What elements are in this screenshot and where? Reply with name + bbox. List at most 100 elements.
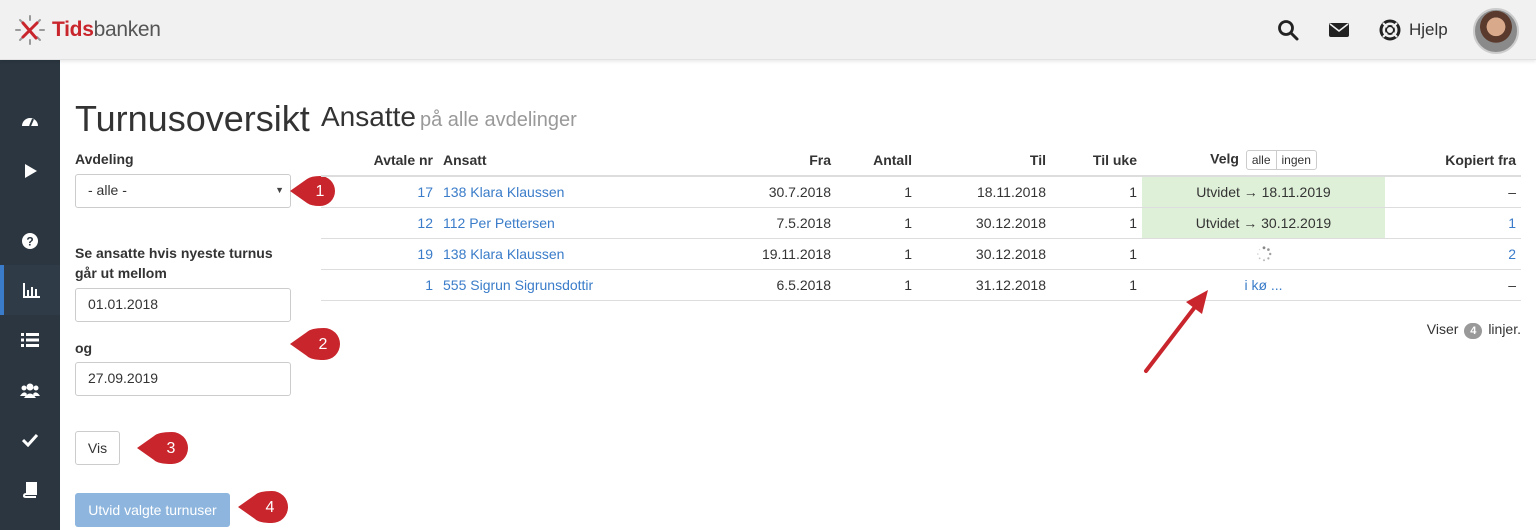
employee-link[interactable]: 555 Sigrun Sigrunsdottir: [443, 277, 593, 293]
department-value: - alle -: [88, 182, 127, 198]
check-icon: [22, 433, 38, 447]
cell-fra: 19.11.2018: [658, 238, 836, 270]
section-title-text: Ansatte: [321, 101, 416, 132]
employee-link[interactable]: 112 Per Pettersen: [443, 215, 555, 231]
tidsbanken-logo-icon: [15, 15, 45, 45]
table-header-row: Avtale nr Ansatt Fra Antall Til Til uke …: [321, 144, 1521, 177]
row-count-prefix: Viser: [1426, 321, 1459, 337]
col-header-avtale-nr[interactable]: Avtale nr: [321, 144, 438, 177]
svg-text:4: 4: [266, 499, 275, 516]
sidebar-item-docs[interactable]: [0, 465, 60, 515]
users-icon: [20, 383, 40, 398]
employee-link[interactable]: 138 Klara Klaussen: [443, 184, 564, 200]
avtale-nr-link[interactable]: 17: [417, 184, 433, 200]
help-link[interactable]: Hjelp: [1409, 20, 1448, 40]
bar-chart-icon: [23, 283, 40, 298]
kopiert-fra-link[interactable]: 2: [1508, 246, 1516, 262]
cell-til-uke: 1: [1051, 176, 1142, 208]
annotation-marker-4: 4: [238, 491, 288, 523]
employees-table: Avtale nr Ansatt Fra Antall Til Til uke …: [321, 144, 1521, 301]
table-row: 17 138 Klara Klaussen 30.7.2018 1 18.11.…: [321, 176, 1521, 208]
row-count-badge: 4: [1464, 323, 1483, 339]
date-to-input[interactable]: 27.09.2019: [75, 362, 291, 396]
employee-link[interactable]: 138 Klara Klaussen: [443, 246, 564, 262]
sidebar-item-reports[interactable]: [0, 265, 60, 315]
select-toggle-group: alle ingen: [1245, 149, 1317, 170]
cell-antall: 1: [836, 238, 917, 270]
col-header-fra[interactable]: Fra: [658, 144, 836, 177]
cell-til-uke: 1: [1051, 238, 1142, 270]
avtale-nr-link[interactable]: 12: [417, 215, 433, 231]
cell-fra: 30.7.2018: [658, 176, 836, 208]
range-label: Se ansatte hvis nyeste turnus går ut mel…: [75, 245, 273, 281]
lifebuoy-icon[interactable]: [1378, 18, 1402, 42]
show-button[interactable]: Vis: [75, 431, 120, 465]
col-header-til[interactable]: Til: [917, 144, 1051, 177]
department-select[interactable]: - alle - ▼: [75, 174, 291, 208]
velg-status-loading: [1142, 238, 1385, 270]
col-header-kopiert-fra[interactable]: Kopiert fra: [1385, 144, 1521, 177]
extend-selected-button[interactable]: Utvid valgte turnuser: [75, 493, 230, 527]
mail-icon[interactable]: [1327, 18, 1351, 42]
sidebar-item-help[interactable]: ?: [0, 216, 60, 266]
svg-text:?: ?: [26, 235, 33, 249]
cell-til: 18.11.2018: [917, 176, 1051, 208]
cell-antall: 1: [836, 176, 917, 208]
avtale-nr-link[interactable]: 19: [417, 246, 433, 262]
brand-name: Tidsbanken: [52, 18, 161, 41]
col-header-velg: Velg alle ingen: [1142, 144, 1385, 177]
table-row: 19 138 Klara Klaussen 19.11.2018 1 30.12…: [321, 238, 1521, 270]
cell-til: 31.12.2018: [917, 269, 1051, 301]
annotation-marker-2: 2: [290, 328, 340, 360]
row-count-suffix: linjer.: [1488, 321, 1521, 337]
sidebar-item-list[interactable]: [0, 315, 60, 365]
annotation-arrow: [1144, 290, 1208, 373]
cell-kopiert-fra: –: [1385, 269, 1521, 301]
velg-label: Velg: [1210, 150, 1239, 167]
velg-status-extended: Utvidet → 18.11.2019: [1142, 176, 1385, 208]
avtale-nr-link[interactable]: 1: [425, 277, 433, 293]
sidebar-item-dashboard[interactable]: [0, 97, 60, 147]
question-icon: ?: [22, 233, 38, 249]
row-count: Viser 4 linjer.: [1427, 321, 1521, 339]
cell-til-uke: 1: [1051, 269, 1142, 301]
spinner-icon: [1256, 246, 1271, 262]
cell-til: 30.12.2018: [917, 207, 1051, 239]
cell-fra: 7.5.2018: [658, 207, 836, 239]
dashboard-icon: [22, 118, 38, 127]
table-row: 12 112 Per Pettersen 7.5.2018 1 30.12.20…: [321, 207, 1521, 239]
sidebar-item-users[interactable]: [0, 365, 60, 415]
cell-til: 30.12.2018: [917, 238, 1051, 270]
page-title: Turnusoversikt: [75, 98, 310, 139]
top-navbar: Tidsbanken Hjelp: [0, 0, 1536, 60]
search-icon[interactable]: [1276, 18, 1300, 42]
velg-status-extended: Utvidet → 30.12.2019: [1142, 207, 1385, 239]
cell-til-uke: 1: [1051, 207, 1142, 239]
col-header-antall[interactable]: Antall: [836, 144, 917, 177]
and-label: og: [75, 340, 93, 356]
sidebar-item-play[interactable]: [0, 146, 60, 196]
section-subtitle: på alle avdelinger: [419, 109, 577, 131]
sidebar-item-approve[interactable]: [0, 415, 60, 465]
cell-fra: 6.5.2018: [658, 269, 836, 301]
play-icon: [25, 164, 37, 178]
department-label: Avdeling: [75, 151, 134, 167]
brand-logo[interactable]: Tidsbanken: [14, 14, 161, 46]
select-none-button[interactable]: ingen: [1275, 150, 1316, 169]
svg-text:2: 2: [319, 336, 328, 353]
section-title: Ansatte på alle avdelinger: [321, 101, 577, 133]
annotation-marker-3: 3: [137, 432, 188, 464]
list-icon: [21, 333, 39, 347]
cell-kopiert-fra: –: [1385, 176, 1521, 208]
col-header-ansatt[interactable]: Ansatt: [438, 144, 658, 177]
kopiert-fra-link[interactable]: 1: [1508, 215, 1516, 231]
date-from-input[interactable]: 01.01.2018: [75, 288, 291, 322]
user-avatar[interactable]: [1473, 8, 1519, 54]
table-row: 1 555 Sigrun Sigrunsdottir 6.5.2018 1 31…: [321, 269, 1521, 301]
cell-antall: 1: [836, 269, 917, 301]
col-header-til-uke[interactable]: Til uke: [1051, 144, 1142, 177]
sidebar: ?: [0, 60, 60, 530]
svg-text:3: 3: [167, 440, 176, 457]
select-all-button[interactable]: alle: [1247, 151, 1276, 169]
book-icon: [23, 482, 37, 498]
